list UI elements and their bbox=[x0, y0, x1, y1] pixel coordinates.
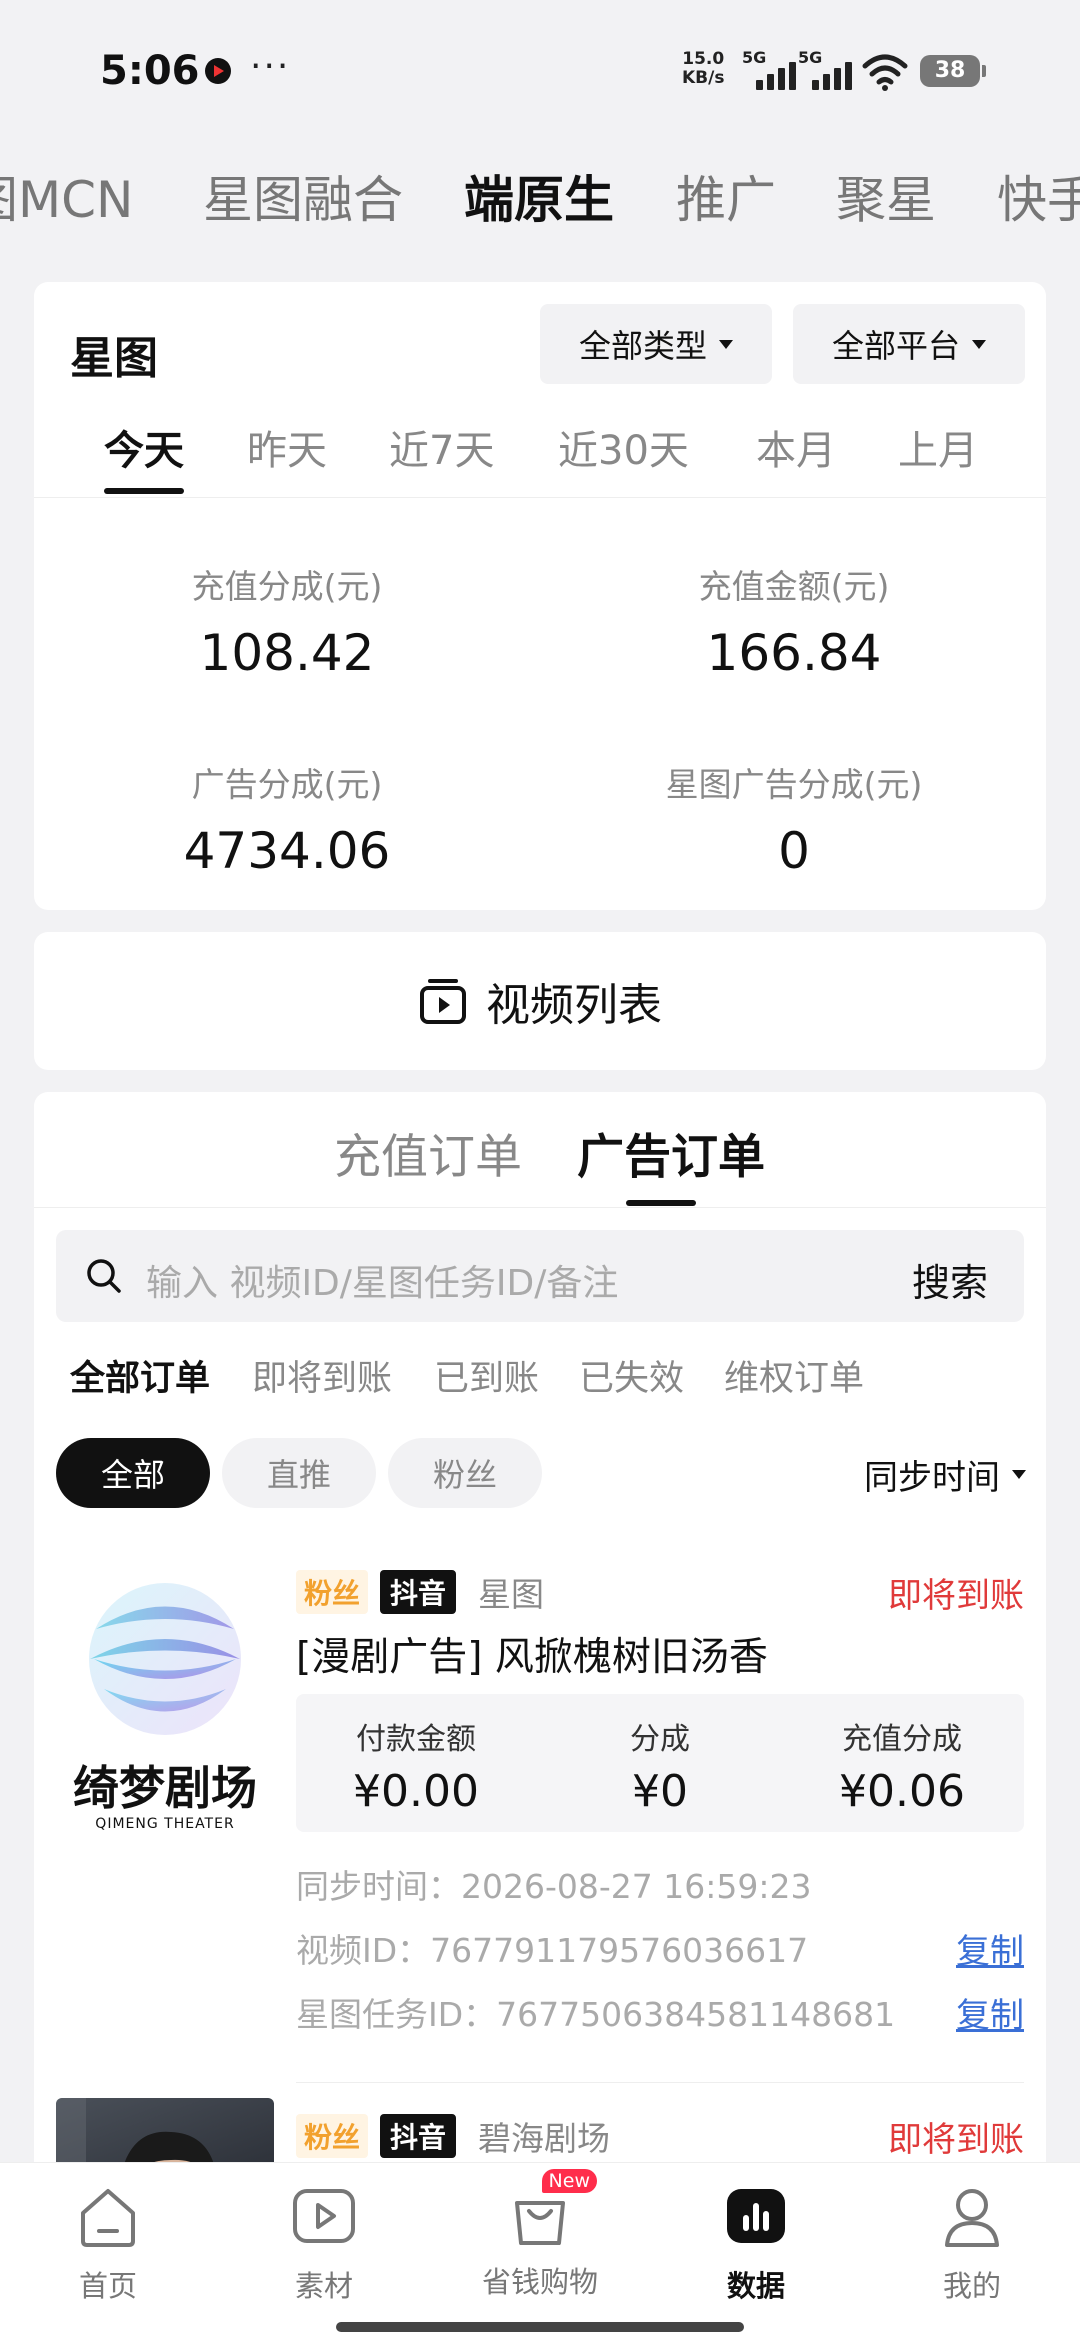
order-source: 星图 bbox=[478, 1575, 545, 1614]
stats-card: 星图 全部类型 全部平台 今天 昨天 近7天 近30天 本月 上月 充值分成(元… bbox=[34, 282, 1046, 910]
signal-icon: 5G bbox=[742, 48, 798, 90]
tab-all-orders[interactable]: 全部订单 bbox=[70, 1350, 210, 1401]
card-title: 星图 bbox=[70, 333, 158, 384]
douyin-tag: 抖音 bbox=[380, 1570, 457, 1614]
stat-recharge-amount: 充值金额(元) 166.84 bbox=[698, 567, 890, 682]
logo-subtext: QIMENG THEATER bbox=[95, 1816, 235, 1832]
order-item[interactable]: 绮梦剧场 QIMENG THEATER 粉丝 抖音 星图 即将到账 [漫剧广告]… bbox=[34, 1554, 1046, 2169]
signal-icon: 5G bbox=[798, 48, 854, 90]
task-id: 星图任务ID：7677506384581148681 bbox=[296, 1995, 896, 2034]
chart-icon bbox=[727, 2189, 785, 2243]
search-icon bbox=[87, 1259, 121, 1293]
video-id: 视频ID：7677911795760366​17 bbox=[296, 1931, 809, 1970]
amount-summary: 付款金额 ¥0.00 分成 ¥0 充值分成 ¥0.06 bbox=[296, 1694, 1024, 1832]
share-amount: 分成 ¥0 bbox=[630, 1722, 690, 1817]
stat-ad-share: 广告分成(元) 4734.06 bbox=[183, 765, 391, 880]
chip-fans[interactable]: 粉丝 bbox=[388, 1438, 542, 1508]
bottom-navigation: 首页 素材 New 省钱购物 数据 我的 bbox=[0, 2162, 1080, 2347]
tab-7-days[interactable]: 近7天 bbox=[389, 418, 494, 476]
tab-30-days[interactable]: 近30天 bbox=[558, 418, 689, 476]
network-speed: 15.0 KB/s bbox=[682, 49, 725, 88]
nav-home[interactable]: 首页 bbox=[28, 2181, 188, 2305]
search-button[interactable]: 搜索 bbox=[912, 1252, 988, 1307]
caret-down-icon bbox=[1012, 1470, 1026, 1479]
tab-rights-orders[interactable]: 维权订单 bbox=[724, 1350, 864, 1401]
search-bar[interactable]: 输入 视频ID/星图任务ID/备注 搜索 bbox=[56, 1230, 1024, 1322]
status-time: 5:06 bbox=[100, 48, 200, 94]
tab-expired[interactable]: 已失效 bbox=[579, 1350, 684, 1401]
status-bar: 5:06 ··· 15.0 KB/s 5G 5G 38 bbox=[0, 0, 1080, 140]
user-icon bbox=[945, 2189, 999, 2247]
stat-xingtu-ad-share: 星图广告分成(元) 0 bbox=[665, 765, 923, 880]
nav-shopping[interactable]: New 省钱购物 bbox=[460, 2169, 620, 2301]
date-range-tabs: 今天 昨天 近7天 近30天 本月 上月 bbox=[34, 410, 1046, 498]
pay-amount: 付款金额 ¥0.00 bbox=[353, 1722, 479, 1817]
platform-filter-dropdown[interactable]: 全部平台 bbox=[793, 304, 1025, 384]
tab-kuaishou[interactable]: 快手 bbox=[997, 160, 1080, 232]
caret-down-icon bbox=[972, 339, 986, 349]
tab-recharge-orders[interactable]: 充值订单 bbox=[334, 1118, 522, 1187]
more-notifications-icon: ··· bbox=[250, 46, 291, 87]
order-status-tabs: 全部订单 即将到账 已到账 已失效 维权订单 bbox=[34, 1350, 1046, 1410]
recharge-share-amount: 充值分成 ¥0.06 bbox=[839, 1722, 965, 1817]
chip-all[interactable]: 全部 bbox=[56, 1438, 210, 1508]
nav-materials[interactable]: 素材 bbox=[244, 2181, 404, 2305]
tab-this-month[interactable]: 本月 bbox=[756, 418, 836, 476]
tab-juxing[interactable]: 聚星 bbox=[836, 160, 936, 232]
order-title: [漫剧广告] 风掀槐树旧汤香 bbox=[296, 1635, 768, 1680]
battery-icon: 38 bbox=[920, 55, 986, 87]
video-list-label: 视频列表 bbox=[486, 980, 662, 1031]
order-status: 即将到账 bbox=[888, 2120, 1024, 2160]
copy-task-id-button[interactable]: 复制 bbox=[956, 1988, 1024, 2037]
stat-recharge-share: 充值分成(元) 108.42 bbox=[191, 567, 383, 682]
top-category-tabs: 图MCN 星图融合 端原生 推广 聚星 快手 bbox=[0, 140, 1080, 250]
nav-data[interactable]: 数据 bbox=[676, 2181, 836, 2305]
divider bbox=[296, 2082, 1024, 2083]
fans-tag: 粉丝 bbox=[296, 1570, 369, 1614]
order-tags: 粉丝 抖音 星图 bbox=[296, 1568, 544, 1616]
tab-arriving-soon[interactable]: 即将到账 bbox=[252, 1350, 392, 1401]
drama-cover-image: 绮梦剧场 QIMENG THEATER bbox=[56, 1564, 274, 1854]
tab-last-month[interactable]: 上月 bbox=[898, 418, 978, 476]
logo-text: 绮梦剧场 bbox=[73, 1761, 257, 1815]
douyin-tag: 抖音 bbox=[380, 2114, 457, 2158]
active-tab-indicator bbox=[626, 1200, 696, 1206]
orders-card: 充值订单 广告订单 输入 视频ID/星图任务ID/备注 搜索 全部订单 即将到账… bbox=[34, 1092, 1046, 2347]
tab-yesterday[interactable]: 昨天 bbox=[247, 418, 327, 476]
tab-mcn[interactable]: 图MCN bbox=[0, 160, 133, 232]
order-type-tabs: 充值订单 广告订单 bbox=[34, 1092, 1046, 1208]
order-tags: 粉丝 抖音 碧海剧场 bbox=[296, 2112, 610, 2160]
home-indicator[interactable] bbox=[336, 2322, 744, 2332]
tab-ad-orders[interactable]: 广告订单 bbox=[577, 1118, 765, 1187]
active-tab-indicator bbox=[104, 488, 184, 494]
copy-video-id-button[interactable]: 复制 bbox=[956, 1924, 1024, 1973]
tab-xingtu-fusion[interactable]: 星图融合 bbox=[203, 160, 403, 232]
new-badge: New bbox=[541, 2169, 597, 2193]
order-source: 碧海剧场 bbox=[478, 2119, 611, 2158]
play-icon bbox=[293, 2189, 355, 2243]
qimeng-logo: 绮梦剧场 QIMENG THEATER bbox=[56, 1564, 274, 1854]
video-list-button[interactable]: 视频列表 bbox=[34, 932, 1046, 1070]
chip-direct[interactable]: 直推 bbox=[222, 1438, 376, 1508]
tab-arrived[interactable]: 已到账 bbox=[434, 1350, 539, 1401]
tab-native[interactable]: 端原生 bbox=[464, 160, 614, 232]
tab-promotion[interactable]: 推广 bbox=[676, 160, 776, 232]
type-filter-dropdown[interactable]: 全部类型 bbox=[540, 304, 772, 384]
douyin-notification-icon bbox=[205, 58, 231, 84]
video-list-icon bbox=[420, 979, 466, 1024]
sort-dropdown[interactable]: 同步时间 bbox=[864, 1450, 1026, 1499]
fans-tag: 粉丝 bbox=[296, 2114, 369, 2158]
order-status: 即将到账 bbox=[888, 1576, 1024, 1616]
sync-time: 同步时间：2026-08-27 16:59:23 bbox=[296, 1867, 812, 1906]
search-input[interactable]: 输入 视频ID/星图任务ID/备注 bbox=[146, 1254, 618, 1306]
home-icon bbox=[81, 2189, 135, 2247]
wifi-icon bbox=[862, 54, 908, 91]
caret-down-icon bbox=[719, 339, 733, 349]
tab-today[interactable]: 今天 bbox=[104, 418, 184, 476]
nav-profile[interactable]: 我的 bbox=[892, 2181, 1052, 2305]
